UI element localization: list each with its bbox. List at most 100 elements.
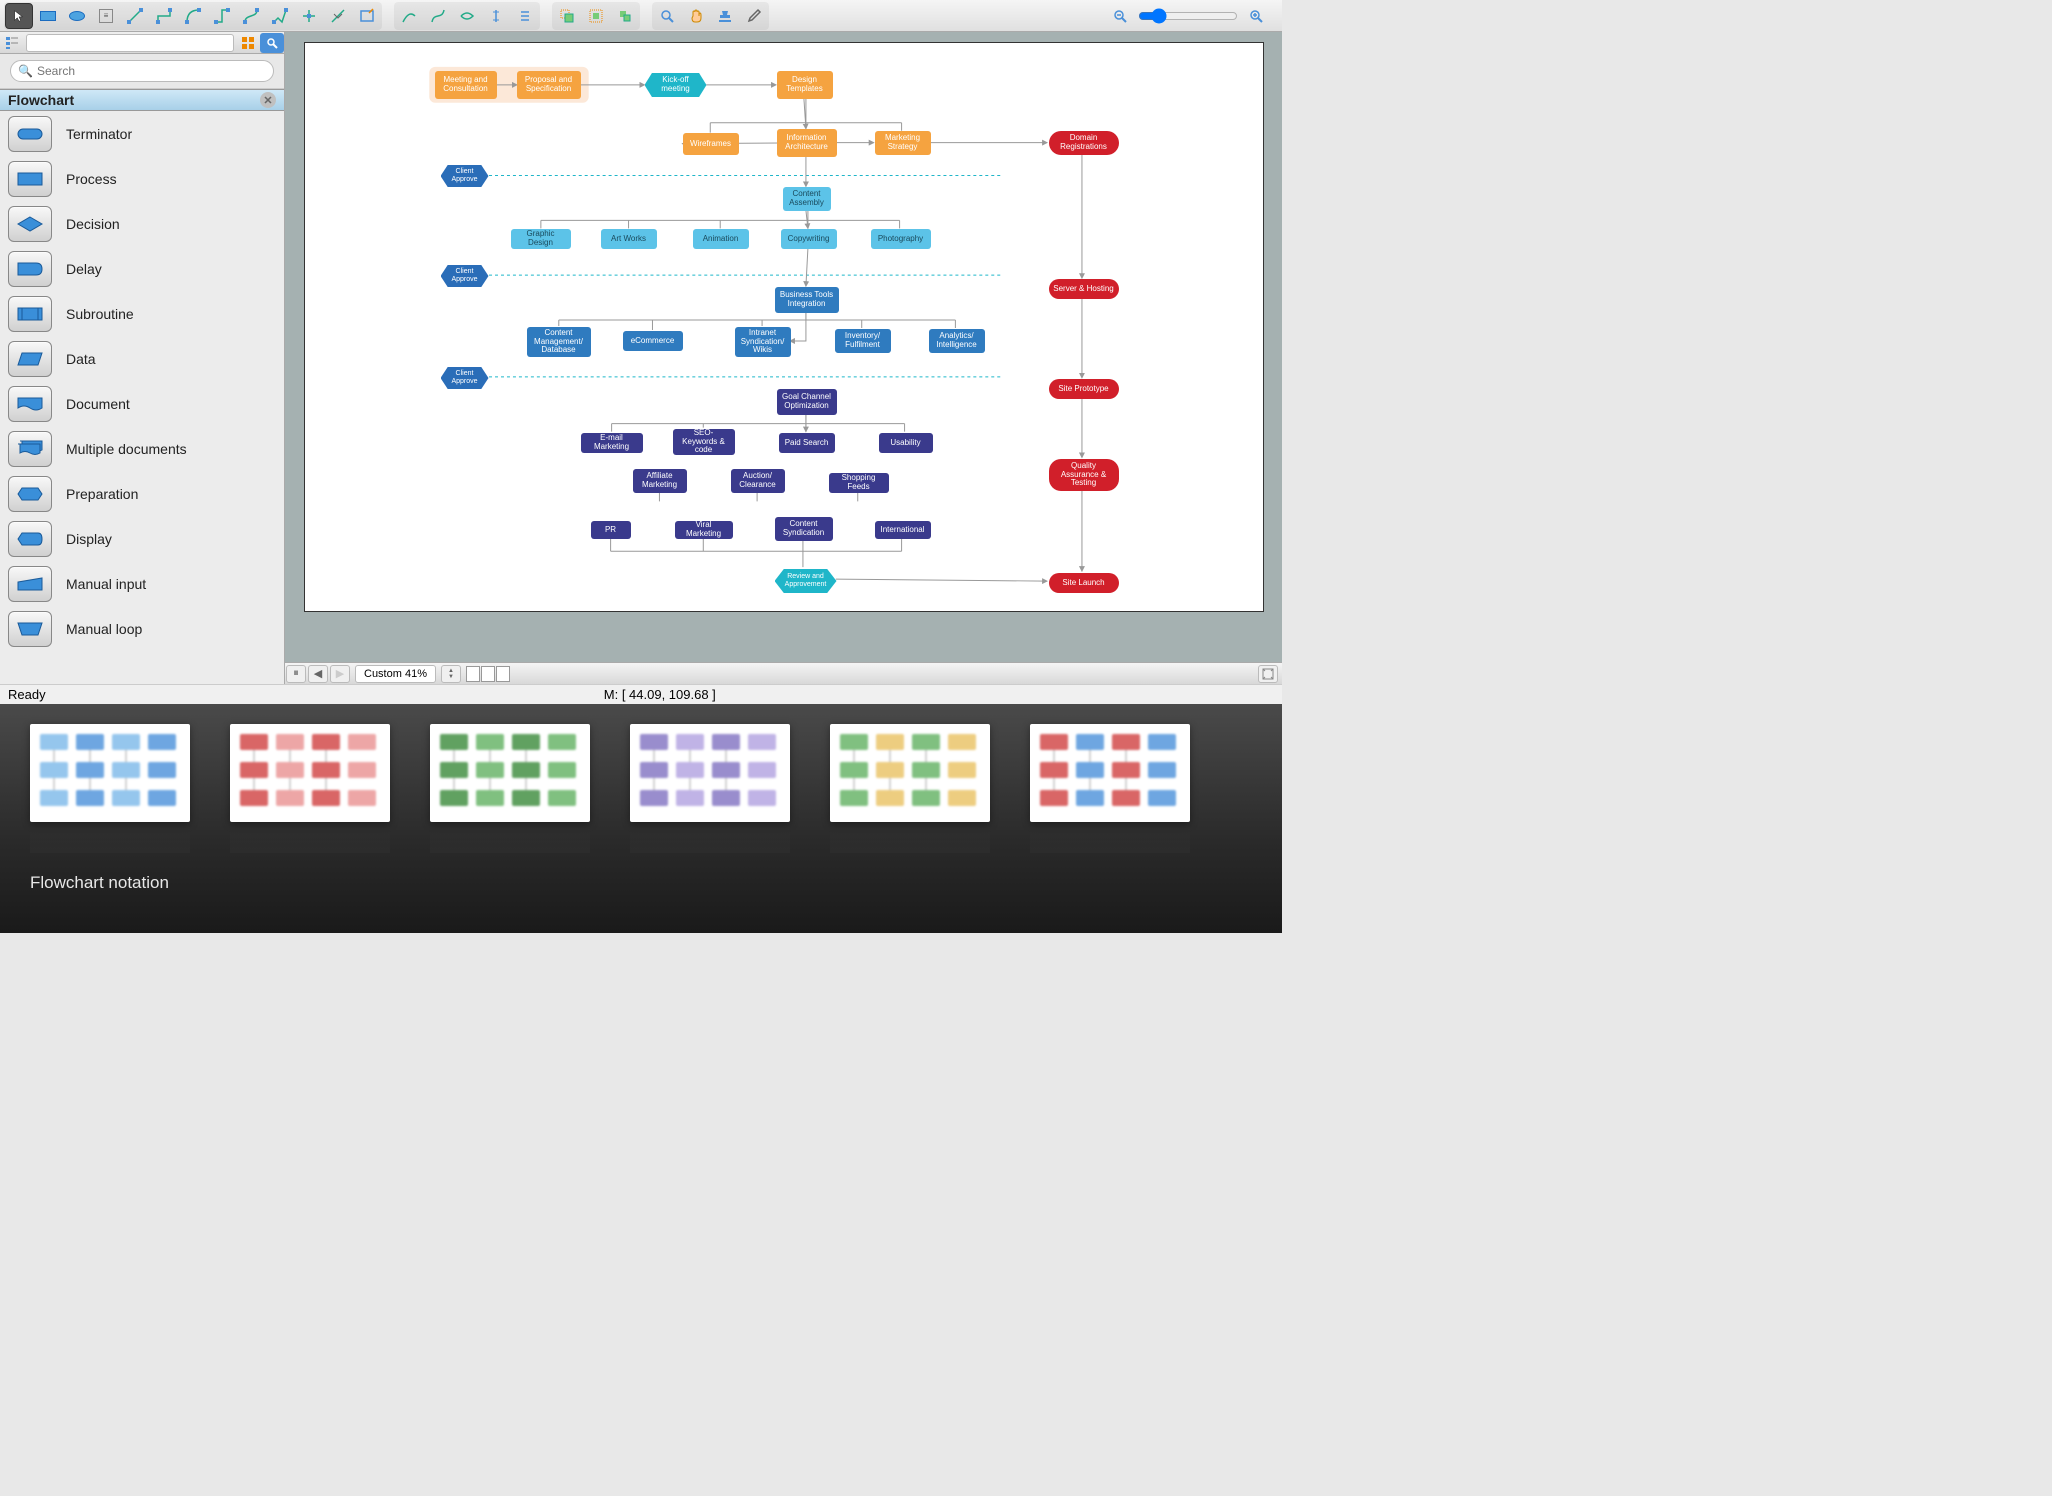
group-tool-2[interactable] xyxy=(582,3,610,29)
shape-item-preparation[interactable]: Preparation xyxy=(0,471,284,516)
curve-tool-2[interactable] xyxy=(424,3,452,29)
rectangle-tool[interactable] xyxy=(34,3,62,29)
text-tool[interactable]: ≡ xyxy=(92,3,120,29)
library-header[interactable]: Flowchart ✕ xyxy=(0,89,284,111)
panel-tool[interactable] xyxy=(353,3,381,29)
flowchart-node[interactable]: Information Architecture xyxy=(777,129,837,157)
group-tool-1[interactable] xyxy=(553,3,581,29)
flowchart-node[interactable]: PR xyxy=(591,521,631,539)
gallery-thumb[interactable] xyxy=(630,724,790,853)
flowchart-node[interactable]: E-mail Marketing xyxy=(581,433,643,453)
eyedropper-tool[interactable] xyxy=(740,3,768,29)
grid-view-icon[interactable] xyxy=(236,33,260,53)
library-tree-icon[interactable] xyxy=(0,33,24,53)
page-thumbnails[interactable] xyxy=(466,666,510,682)
curve-tool-1[interactable] xyxy=(395,3,423,29)
canvas-scroll[interactable]: Meeting and Consultation Proposal and Spe… xyxy=(285,32,1282,662)
flowchart-node[interactable]: Viral Marketing xyxy=(675,521,733,539)
gallery-thumb[interactable] xyxy=(430,724,590,853)
flowchart-node[interactable]: Client Approve xyxy=(441,165,489,187)
connector-dropdown[interactable] xyxy=(324,3,352,29)
flowchart-node[interactable]: Site Prototype xyxy=(1049,379,1119,399)
flowchart-node[interactable]: Intranet Syndication/ Wikis xyxy=(735,327,791,357)
connector-tool-5[interactable] xyxy=(237,3,265,29)
connector-tool-4[interactable] xyxy=(208,3,236,29)
pan-tool[interactable] xyxy=(682,3,710,29)
shape-item-manual-input[interactable]: Manual input xyxy=(0,561,284,606)
pause-icon[interactable]: ⏸ xyxy=(286,665,306,683)
flowchart-node[interactable]: International xyxy=(875,521,931,539)
flowchart-node[interactable]: Photography xyxy=(871,229,931,249)
gallery-thumb[interactable] xyxy=(230,724,390,853)
close-library-icon[interactable]: ✕ xyxy=(260,92,276,108)
flowchart-node[interactable]: Auction/ Clearance xyxy=(731,469,785,493)
zoom-slider[interactable] xyxy=(1138,8,1238,24)
flowchart-node[interactable]: Site Launch xyxy=(1049,573,1119,593)
flowchart-node[interactable]: Inventory/ Fulfilment xyxy=(835,329,891,353)
flowchart-node[interactable]: Analytics/ Intelligence xyxy=(929,329,985,353)
connector-tool-6[interactable] xyxy=(266,3,294,29)
flowchart-node[interactable]: Domain Registrations xyxy=(1049,131,1119,155)
page-thumb[interactable] xyxy=(466,666,480,682)
shape-search-input[interactable] xyxy=(10,60,274,82)
flowchart-node[interactable]: Proposal and Specification xyxy=(517,71,581,99)
guide-tool-1[interactable] xyxy=(482,3,510,29)
shape-item-multidoc[interactable]: Multiple documents xyxy=(0,426,284,471)
canvas-page[interactable]: Meeting and Consultation Proposal and Spe… xyxy=(304,42,1264,612)
flowchart-node[interactable]: Server & Hosting xyxy=(1049,279,1119,299)
shape-item-data[interactable]: Data xyxy=(0,336,284,381)
flowchart-node[interactable]: Copywriting xyxy=(781,229,837,249)
next-page-button[interactable]: ▶ xyxy=(330,665,350,683)
flowchart-node[interactable]: Affiliate Marketing xyxy=(633,469,687,493)
gallery-thumb[interactable] xyxy=(1030,724,1190,853)
shape-item-process[interactable]: Process xyxy=(0,156,284,201)
shape-item-decision[interactable]: Decision xyxy=(0,201,284,246)
group-tool-3[interactable] xyxy=(611,3,639,29)
flowchart-node[interactable]: Client Approve xyxy=(441,265,489,287)
gallery-thumb[interactable] xyxy=(30,724,190,853)
flowchart-node[interactable]: Content Syndication xyxy=(775,517,833,541)
zoom-tool[interactable] xyxy=(653,3,681,29)
connector-tool-2[interactable] xyxy=(150,3,178,29)
zoom-in-button[interactable] xyxy=(1242,3,1270,29)
zoom-stepper[interactable]: ▲▼ xyxy=(441,665,461,683)
gallery-thumb[interactable] xyxy=(830,724,990,853)
flowchart-node[interactable]: Kick-off meeting xyxy=(645,73,707,97)
flowchart-node[interactable]: Review and Approvement xyxy=(775,569,837,593)
flowchart-node[interactable]: Business Tools Integration xyxy=(775,287,839,313)
fit-view-icon[interactable] xyxy=(1258,665,1278,683)
stamp-tool[interactable] xyxy=(711,3,739,29)
connector-tool-3[interactable] xyxy=(179,3,207,29)
shape-item-display[interactable]: Display xyxy=(0,516,284,561)
flowchart-node[interactable]: Graphic Design xyxy=(511,229,571,249)
flowchart-node[interactable]: Goal Channel Optimization xyxy=(777,389,837,415)
flowchart-node[interactable]: Design Templates xyxy=(777,71,833,99)
library-filter-input[interactable] xyxy=(26,34,234,52)
flowchart-node[interactable]: Quality Assurance & Testing xyxy=(1049,459,1119,491)
flowchart-node[interactable]: Content Management/ Database xyxy=(527,327,591,357)
guide-tool-2[interactable] xyxy=(511,3,539,29)
select-tool[interactable] xyxy=(5,3,33,29)
flowchart-node[interactable]: Marketing Strategy xyxy=(875,131,931,155)
page-thumb[interactable] xyxy=(481,666,495,682)
flowchart-node[interactable]: Usability xyxy=(879,433,933,453)
flowchart-node[interactable]: Content Assembly xyxy=(783,187,831,211)
shape-item-delay[interactable]: Delay xyxy=(0,246,284,291)
connector-tool-7[interactable] xyxy=(295,3,323,29)
flowchart-node[interactable]: Shopping Feeds xyxy=(829,473,889,493)
ellipse-tool[interactable] xyxy=(63,3,91,29)
flowchart-node[interactable]: Wireframes xyxy=(683,133,739,155)
shape-item-document[interactable]: Document xyxy=(0,381,284,426)
shape-item-terminator[interactable]: Terminator xyxy=(0,111,284,156)
flowchart-node[interactable]: Animation xyxy=(693,229,749,249)
zoom-out-button[interactable] xyxy=(1106,3,1134,29)
flowchart-node[interactable]: Meeting and Consultation xyxy=(435,71,497,99)
search-toggle-icon[interactable] xyxy=(260,33,284,53)
shape-item-manual-loop[interactable]: Manual loop xyxy=(0,606,284,651)
shape-item-subroutine[interactable]: Subroutine xyxy=(0,291,284,336)
flowchart-node[interactable]: Art Works xyxy=(601,229,657,249)
flowchart-node[interactable]: Paid Search xyxy=(779,433,835,453)
flowchart-node[interactable]: Client Approve xyxy=(441,367,489,389)
page-thumb[interactable] xyxy=(496,666,510,682)
connector-tool-1[interactable] xyxy=(121,3,149,29)
